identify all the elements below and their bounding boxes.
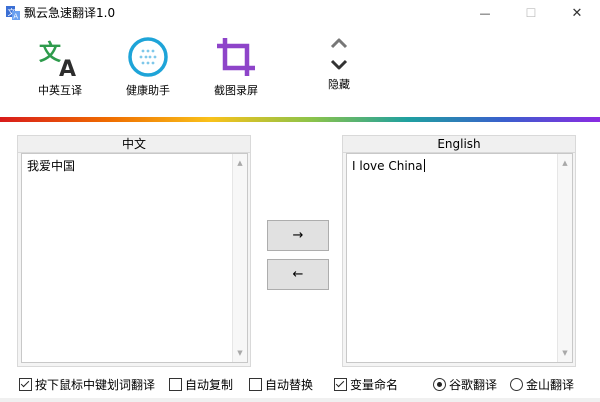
mouse-middle-translate-label: 按下鼠标中键划词翻译 [35,378,156,392]
checkbox-unchecked-icon[interactable] [249,378,262,391]
target-panel: English I love China ▲ ▼ [342,135,576,367]
variable-naming-label: 变量命名 [350,378,399,392]
scroll-down-icon[interactable]: ▼ [558,346,572,360]
svg-text:A: A [59,57,76,80]
toolbar: 文 A 中英互译 健康助手 截图录屏 隐藏 [0,26,600,116]
close-icon: ✕ [571,5,583,21]
rainbow-divider [0,117,600,122]
health-assistant-icon [128,37,168,77]
chevron-up-down-icon [330,38,348,70]
scroll-up-icon[interactable]: ▲ [558,156,572,170]
checkbox-unchecked-icon[interactable] [169,378,182,391]
toolbar-health[interactable]: 健康助手 [118,34,178,98]
kingsoft-translate-radio[interactable]: 金山翻译 [510,376,574,393]
translate-to-chinese-button[interactable]: ← [267,259,329,290]
toolbar-screenshot[interactable]: 截图录屏 [206,34,266,98]
translate-icon: 文 A [39,40,76,80]
minimize-button[interactable]: — [462,0,508,26]
text-caret [423,159,425,172]
source-panel-header: 中文 [18,136,250,153]
target-text-line: I love China [352,158,554,174]
target-text-area[interactable]: I love China ▲ ▼ [346,153,573,363]
target-scrollbar[interactable]: ▲ ▼ [557,154,572,362]
toolbar-hide[interactable]: 隐藏 [314,34,364,92]
close-button[interactable]: ✕ [554,0,600,26]
kingsoft-translate-label: 金山翻译 [526,378,575,392]
source-scrollbar[interactable]: ▲ ▼ [232,154,247,362]
window-title: 飘云急速翻译1.0 [24,6,116,20]
scroll-down-icon[interactable]: ▼ [233,346,247,360]
translate-to-english-button[interactable]: → [267,220,329,251]
svg-text:A: A [13,13,18,21]
arrow-right-icon: → [292,228,304,243]
google-translate-label: 谷歌翻译 [449,378,498,392]
source-text-area[interactable]: 我爱中国 ▲ ▼ [21,153,248,363]
toolbar-screenshot-label: 截图录屏 [214,84,258,97]
source-text: 我爱中国 [27,159,76,173]
maximize-button[interactable]: ☐ [508,0,554,26]
google-translate-radio[interactable]: 谷歌翻译 [433,376,497,393]
toolbar-translate[interactable]: 文 A 中英互译 [30,34,90,98]
maximize-icon: ☐ [525,6,537,20]
auto-copy-label: 自动复制 [185,378,234,392]
arrow-left-icon: ← [292,267,304,282]
title-bar: 文 A 飘云急速翻译1.0 — ☐ ✕ [0,0,600,26]
toolbar-translate-label: 中英互译 [38,84,82,97]
toolbar-health-label: 健康助手 [126,84,170,97]
toolbar-hide-label: 隐藏 [328,78,350,91]
target-text: I love China [352,159,423,173]
app-icon: 文 A [6,6,20,21]
mouse-middle-translate-checkbox[interactable]: 按下鼠标中键划词翻译 [19,376,155,393]
minimize-icon: — [479,6,491,20]
checkbox-checked-icon[interactable] [19,378,32,391]
auto-replace-label: 自动替换 [265,378,314,392]
source-panel: 中文 我爱中国 ▲ ▼ [17,135,251,367]
auto-replace-checkbox[interactable]: 自动替换 [249,376,313,393]
scroll-up-icon[interactable]: ▲ [233,156,247,170]
radio-selected-icon[interactable] [433,378,446,391]
crop-icon [217,38,255,76]
auto-copy-checkbox[interactable]: 自动复制 [169,376,233,393]
target-panel-header: English [343,136,575,153]
checkbox-checked-icon[interactable] [334,378,347,391]
bottom-edge [0,398,600,402]
variable-naming-checkbox[interactable]: 变量命名 [334,376,398,393]
radio-unselected-icon[interactable] [510,378,523,391]
options-bar: 按下鼠标中键划词翻译 自动复制 自动替换 变量命名 谷歌翻译 金山翻译 [0,370,600,396]
